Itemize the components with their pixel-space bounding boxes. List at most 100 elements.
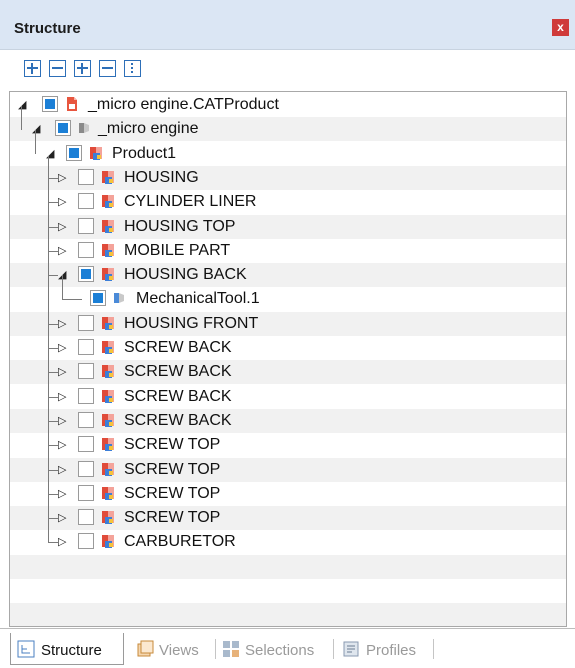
tab-structure[interactable]: Structure: [10, 633, 124, 665]
visibility-checkbox[interactable]: [78, 533, 94, 550]
visibility-checkbox[interactable]: [78, 314, 94, 331]
tree-item-label: HOUSING FRONT: [124, 314, 259, 332]
tab-structure-label: Structure: [41, 642, 102, 659]
tree-item-label: HOUSING: [124, 168, 199, 186]
catproduct-file-icon: [67, 97, 77, 111]
tree-item[interactable]: ▷ HOUSING FRONT: [10, 312, 566, 336]
tree-item[interactable]: ▷ SCREW BACK: [10, 409, 566, 433]
product-icon: [102, 438, 114, 452]
tree-item-label: SCREW TOP: [124, 484, 221, 502]
visibility-checkbox[interactable]: [78, 509, 94, 526]
product-icon: [102, 243, 114, 257]
tree-item[interactable]: ▷ SCREW TOP: [10, 506, 566, 530]
structure-panel: Structure x ◢ _micro engine.CATProduct ◢ _m…: [0, 0, 575, 668]
visibility-checkbox[interactable]: [78, 411, 94, 428]
tree-item-label: MechanicalTool.1: [136, 290, 260, 308]
tree-connector: [21, 106, 22, 130]
tree-item-label: HOUSING TOP: [124, 217, 236, 235]
expand-arrow-icon[interactable]: ▷: [58, 171, 66, 184]
tree-item[interactable]: ▷ MOBILE PART: [10, 239, 566, 263]
visibility-checkbox[interactable]: [78, 484, 94, 501]
product-icon: [102, 219, 114, 233]
visibility-checkbox[interactable]: [78, 168, 94, 185]
visibility-checkbox[interactable]: [90, 290, 106, 307]
split-icon[interactable]: [124, 60, 141, 77]
expand-arrow-icon[interactable]: ▷: [58, 511, 66, 524]
expand-arrow-icon[interactable]: ▷: [58, 390, 66, 403]
visibility-checkbox[interactable]: [55, 120, 71, 137]
expand-arrow-icon[interactable]: ▷: [58, 535, 66, 548]
product-icon: [102, 413, 114, 427]
tree-item[interactable]: ▷ SCREW TOP: [10, 482, 566, 506]
tree-item-root[interactable]: ◢ _micro engine.CATProduct: [10, 93, 566, 117]
expand-arrow-icon[interactable]: ▷: [58, 341, 66, 354]
tree-item-label: CYLINDER LINER: [124, 193, 257, 211]
structure-tab-icon: [17, 640, 35, 658]
expand-arrow-icon[interactable]: ▷: [58, 317, 66, 330]
visibility-checkbox[interactable]: [78, 241, 94, 258]
tree-item-child[interactable]: MechanicalTool.1: [10, 275, 566, 311]
expand-arrow-icon[interactable]: ▷: [58, 220, 66, 233]
tab-profiles[interactable]: Profiles: [338, 633, 430, 665]
expand-arrow-icon[interactable]: ▷: [58, 414, 66, 427]
visibility-checkbox[interactable]: [66, 144, 82, 161]
tree-connector: [48, 372, 58, 374]
product-icon: [102, 389, 114, 403]
expand-icon[interactable]: [74, 60, 91, 77]
product-icon: [102, 486, 114, 500]
visibility-checkbox[interactable]: [78, 266, 94, 283]
collapse-all-icon[interactable]: [49, 60, 66, 77]
tree-item[interactable]: ▷ SCREW TOP: [10, 433, 566, 457]
tree-item-label: _micro engine.CATProduct: [88, 96, 279, 113]
tree-item[interactable]: ▷ CYLINDER LINER: [10, 190, 566, 214]
collapse-icon[interactable]: [99, 60, 116, 77]
tree-item-engine[interactable]: ◢ _micro engine: [10, 117, 566, 141]
structure-tree[interactable]: ◢ _micro engine.CATProduct ◢ _micro engine ◢…: [9, 91, 567, 627]
tree-connector: [48, 348, 58, 349]
visibility-checkbox[interactable]: [78, 436, 94, 453]
product-icon: [102, 268, 114, 282]
tab-bar: Structure Views Selections Profiles: [0, 628, 575, 668]
tree-item[interactable]: ▷ HOUSING: [10, 166, 566, 190]
visibility-checkbox[interactable]: [78, 387, 94, 404]
expand-arrow-icon[interactable]: ▷: [58, 195, 66, 208]
tree-connector: [48, 518, 58, 520]
tree-item-product[interactable]: ◢ Product1: [10, 142, 566, 166]
collapse-arrow-icon[interactable]: ◢: [18, 98, 26, 111]
visibility-checkbox[interactable]: [78, 363, 94, 380]
tab-selections[interactable]: Selections: [218, 633, 330, 665]
visibility-checkbox[interactable]: [78, 193, 94, 210]
tree-item[interactable]: ▷ HOUSING TOP: [10, 215, 566, 239]
tree-connector: [62, 275, 63, 300]
expand-arrow-icon[interactable]: ▷: [58, 365, 66, 378]
product-icon: [102, 535, 114, 549]
tree-connector: [48, 250, 58, 252]
tree-item-label: SCREW TOP: [124, 436, 221, 454]
visibility-checkbox[interactable]: [78, 460, 94, 477]
tree-item[interactable]: ◢HOUSING BACK: [10, 263, 566, 287]
tree-item[interactable]: ▷ SCREW BACK: [10, 360, 566, 384]
tree-item[interactable]: ▷ CARBURETOR: [10, 530, 566, 554]
collapse-arrow-icon[interactable]: ◢: [32, 122, 40, 135]
expand-arrow-icon[interactable]: ▷: [58, 244, 66, 257]
tree-item[interactable]: ▷ SCREW BACK: [10, 336, 566, 360]
tree-connector: [48, 445, 58, 447]
product-icon: [102, 341, 114, 354]
expand-all-icon[interactable]: [24, 60, 41, 77]
tree-row-stripe: [10, 579, 566, 603]
expand-arrow-icon[interactable]: ▷: [58, 438, 66, 451]
tab-views[interactable]: Views: [130, 633, 210, 665]
visibility-checkbox[interactable]: [78, 217, 94, 234]
tree-row-stripe: [10, 603, 566, 626]
visibility-checkbox[interactable]: [78, 339, 94, 355]
tree-item-label: SCREW BACK: [124, 387, 232, 405]
tree-item[interactable]: ▷ SCREW TOP: [10, 458, 566, 482]
expand-arrow-icon[interactable]: ▷: [58, 487, 66, 500]
close-button[interactable]: x: [552, 19, 569, 36]
tree-item[interactable]: ▷ SCREW BACK: [10, 385, 566, 409]
visibility-checkbox[interactable]: [42, 96, 58, 112]
tree-connector: [48, 420, 58, 422]
tree-connector: [35, 130, 36, 154]
expand-arrow-icon[interactable]: ▷: [58, 463, 66, 476]
tab-separator: [433, 639, 434, 659]
